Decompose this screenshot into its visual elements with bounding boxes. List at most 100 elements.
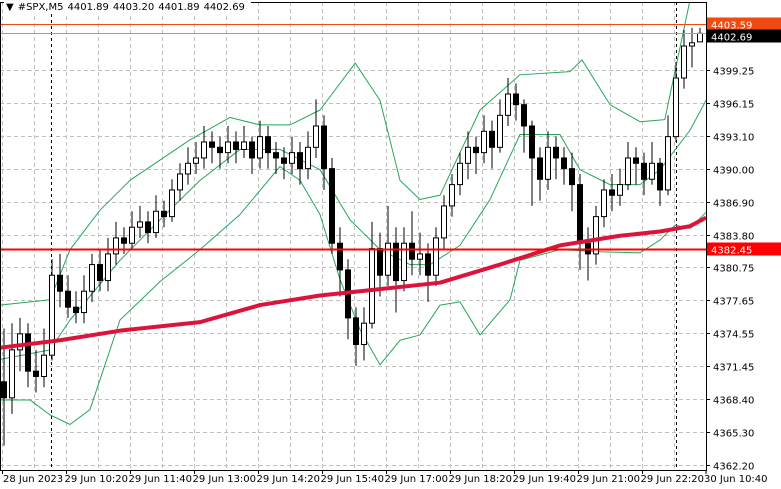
- candle-bullish: [497, 114, 503, 148]
- candle-bullish: [41, 354, 47, 378]
- candle-bearish: [161, 210, 167, 218]
- candle-bearish: [633, 157, 639, 164]
- candle-bullish: [593, 216, 599, 255]
- candle-bearish: [353, 317, 359, 346]
- candle-bullish: [201, 141, 207, 159]
- candle-bearish: [425, 253, 431, 276]
- close-value: 4402.69: [203, 2, 245, 13]
- candle-bullish: [665, 136, 671, 191]
- candle-bullish: [369, 248, 375, 324]
- candle-bullish: [681, 45, 687, 79]
- candle-bearish: [273, 152, 279, 159]
- y-tick-label: 4390.00: [713, 166, 754, 177]
- candle-bearish: [409, 242, 415, 260]
- candle-bearish: [337, 242, 343, 271]
- candle-bearish: [57, 274, 63, 292]
- candle-bullish: [193, 157, 199, 164]
- x-tick-label: 30 Jun 10:40: [704, 474, 768, 485]
- candle-bullish: [673, 77, 679, 138]
- collapse-triangle-icon[interactable]: ▼: [6, 2, 14, 13]
- candle-bullish: [313, 125, 319, 148]
- y-tick-label: 4380.75: [713, 264, 754, 275]
- y-tick-label: 4393.10: [713, 133, 754, 144]
- low-value: 4401.89: [158, 2, 200, 13]
- candle-bearish: [489, 130, 495, 148]
- candle-bullish: [441, 205, 447, 239]
- candle-bullish: [465, 146, 471, 164]
- y-tick-label: 4399.25: [713, 67, 754, 78]
- candle-bearish: [513, 93, 519, 106]
- candle-bullish: [113, 237, 119, 255]
- candle-bullish: [601, 189, 607, 218]
- candle-bullish: [169, 189, 175, 218]
- candle-bullish: [225, 141, 231, 154]
- candle-bearish: [553, 146, 559, 159]
- candle-bullish: [545, 146, 551, 180]
- candle-bullish: [105, 253, 111, 282]
- candle-bullish: [417, 253, 423, 260]
- y-tick-label: 4386.90: [713, 199, 754, 210]
- x-tick-label: 29 Jun 21:00: [577, 474, 641, 485]
- y-tick-label: 4383.80: [713, 232, 754, 243]
- candle-bullish: [689, 42, 695, 47]
- candle-bullish: [617, 184, 623, 196]
- y-tick-label: 4374.55: [713, 330, 754, 341]
- candle-bullish: [385, 242, 391, 276]
- candle-bearish: [209, 141, 215, 148]
- candle-bearish: [33, 370, 39, 378]
- candle-bearish: [577, 184, 583, 244]
- candle-bullish: [505, 93, 511, 116]
- open-value: 4401.89: [67, 2, 109, 13]
- x-tick-label: 29 Jun 22:20: [641, 474, 705, 485]
- candle-bearish: [641, 162, 647, 180]
- y-tick-label: 4365.30: [713, 429, 754, 440]
- x-tick-label: 29 Jun 18:20: [449, 474, 513, 485]
- level-price-label: 4382.45: [711, 246, 752, 257]
- candle-bullish: [137, 221, 143, 228]
- candle-bearish: [145, 221, 151, 234]
- y-tick-label: 4368.40: [713, 396, 754, 407]
- candle-bullish: [81, 290, 87, 314]
- candle-bullish: [361, 322, 367, 346]
- candle-bullish: [9, 349, 15, 399]
- x-tick-label: 29 Jun 14:20: [257, 474, 321, 485]
- candle-bullish: [649, 162, 655, 180]
- y-tick-label: 4396.15: [713, 100, 754, 111]
- candle-bearish: [609, 189, 615, 196]
- candle-bearish: [561, 157, 567, 170]
- candle-bearish: [281, 157, 287, 164]
- candle-bullish: [305, 146, 311, 170]
- x-tick-label: 29 Jun 17:00: [385, 474, 449, 485]
- candle-bearish: [321, 125, 327, 170]
- candle-bearish: [65, 290, 71, 308]
- x-tick-label: 29 Jun 11:40: [129, 474, 193, 485]
- candle-bullish: [185, 162, 191, 175]
- candle-bearish: [521, 104, 527, 127]
- candle-bearish: [569, 168, 575, 186]
- candle-bullish: [289, 152, 295, 164]
- candle-bullish: [153, 210, 159, 234]
- candle-bullish: [449, 184, 455, 207]
- y-tick-label: 4371.45: [713, 363, 754, 374]
- candle-bullish: [697, 32, 703, 43]
- y-tick-label: 4377.65: [713, 297, 754, 308]
- candle-bearish: [329, 168, 335, 244]
- price-chart[interactable]: 4399.25 4396.15 4393.10 4390.00 4386.90 4383.…: [0, 0, 781, 489]
- candle-bearish: [297, 152, 303, 170]
- bid-price-label: 4402.69: [711, 33, 752, 44]
- candle-bullish: [257, 136, 263, 159]
- candle-bullish: [177, 173, 183, 191]
- x-tick-label: 28 Jun 2023: [3, 474, 63, 485]
- candle-bullish: [481, 130, 487, 154]
- candle-bullish: [241, 141, 247, 150]
- symbol-label: #SPX,M5: [17, 2, 64, 13]
- candle-bearish: [97, 264, 103, 282]
- candle-bearish: [377, 248, 383, 276]
- x-tick-label: 29 Jun 15:40: [321, 474, 385, 485]
- candle-bearish: [25, 333, 31, 372]
- plot-frame: [0, 2, 707, 471]
- candle-bearish: [265, 136, 271, 154]
- candle-bearish: [217, 146, 223, 154]
- x-tick-label: 29 Jun 13:00: [193, 474, 257, 485]
- candle-bearish: [473, 146, 479, 154]
